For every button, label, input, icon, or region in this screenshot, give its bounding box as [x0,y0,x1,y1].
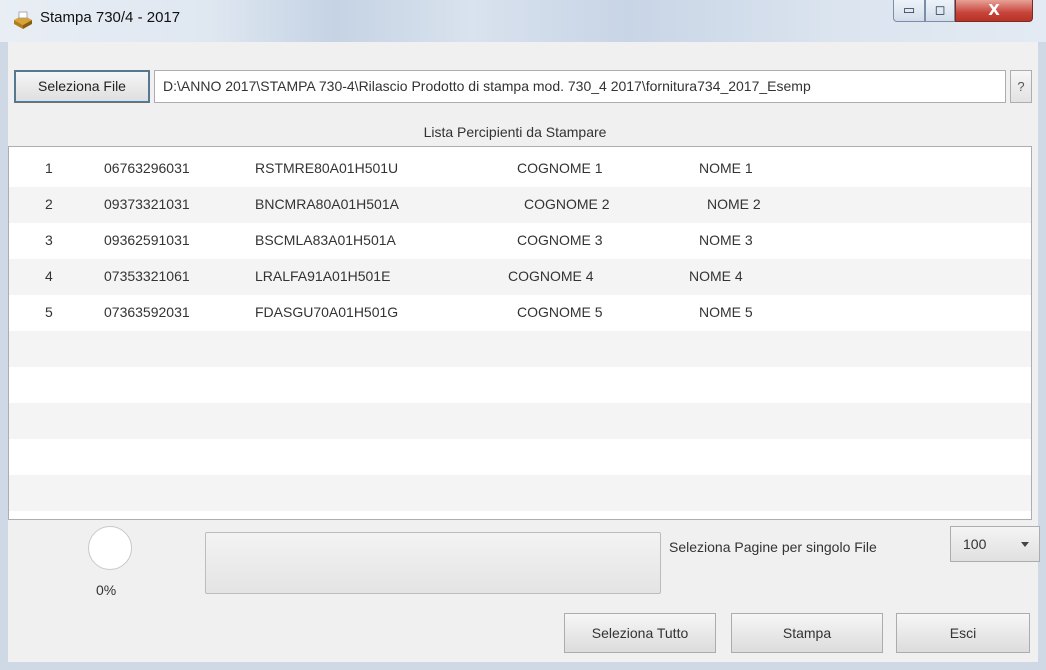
minimize-icon: ▭ [902,3,916,18]
row-surname: COGNOME 1 [517,160,603,176]
window-title: Stampa 730/4 - 2017 [40,9,181,26]
progress-percent: 0% [96,582,117,598]
row-surname: COGNOME 3 [517,232,603,248]
chevron-down-icon[interactable] [1021,542,1029,547]
progress-ring-icon [88,526,132,570]
row-name: NOME 3 [699,232,753,248]
file-selection-row: Seleziona File D:\ANNO 2017\STAMPA 730-4… [8,70,1032,104]
empty-row [9,331,1031,367]
help-button[interactable]: ? [1010,70,1032,103]
row-tax-code: BNCMRA80A01H501A [255,196,399,212]
maximize-button[interactable]: ◻ [925,0,955,22]
empty-row [9,403,1031,439]
row-number: 3 [45,232,53,248]
row-code: 09362591031 [104,232,190,248]
list-title: Lista Percipienti da Stampare [423,124,607,140]
progress-bar [205,532,661,594]
select-file-button[interactable]: Seleziona File [14,70,150,103]
select-all-button[interactable]: Seleziona Tutto [564,613,716,653]
pages-per-file-select[interactable]: 100 [950,526,1040,562]
list-row[interactable]: 3 09362591031 BSCMLA83A01H501A COGNOME 3… [9,223,1031,259]
list-row[interactable]: 1 06763296031 RSTMRE80A01H501U COGNOME 1… [9,151,1031,187]
row-code: 07353321061 [104,268,190,284]
close-icon: X [988,1,1000,19]
row-number: 4 [45,268,53,284]
row-tax-code: FDASGU70A01H501G [255,304,399,320]
row-surname: COGNOME 5 [517,304,603,320]
row-tax-code: RSTMRE80A01H501U [255,160,399,176]
row-number: 1 [45,160,53,176]
empty-row [9,475,1031,511]
print-button[interactable]: Stampa [731,613,883,653]
row-tax-code: LRALFA91A01H501E [255,268,391,284]
row-code: 09373321031 [104,196,190,212]
recipients-list[interactable]: 1 06763296031 RSTMRE80A01H501U COGNOME 1… [8,146,1032,520]
row-number: 2 [45,196,53,212]
row-code: 07363592031 [104,304,190,320]
file-path-field[interactable]: D:\ANNO 2017\STAMPA 730-4\Rilascio Prodo… [154,70,1006,103]
list-row[interactable]: 4 07353321061 LRALFA91A01H501E COGNOME 4… [9,259,1031,295]
pages-per-file-label: Seleziona Pagine per singolo File [669,539,877,555]
row-name: NOME 5 [699,304,753,320]
row-code: 06763296031 [104,160,190,176]
row-name: NOME 2 [707,196,761,212]
row-name: NOME 1 [699,160,753,176]
title-bar[interactable]: Stampa 730/4 - 2017 ▭ ◻ X [0,0,1046,42]
close-button[interactable]: X [955,0,1033,22]
row-surname: COGNOME 4 [508,268,594,284]
exit-button[interactable]: Esci [896,613,1030,653]
pages-per-file-value: 100 [963,536,987,552]
row-tax-code: BSCMLA83A01H501A [255,232,396,248]
list-row[interactable]: 2 09373321031 BNCMRA80A01H501A COGNOME 2… [9,187,1031,223]
row-name: NOME 4 [689,268,743,284]
maximize-icon: ◻ [934,3,946,18]
list-row[interactable]: 5 07363592031 FDASGU70A01H501G COGNOME 5… [9,295,1031,331]
row-number: 5 [45,304,53,320]
printer-app-icon [14,11,32,29]
minimize-button[interactable]: ▭ [893,0,925,22]
empty-row [9,439,1031,475]
row-surname: COGNOME 2 [524,196,610,212]
empty-row [9,367,1031,403]
